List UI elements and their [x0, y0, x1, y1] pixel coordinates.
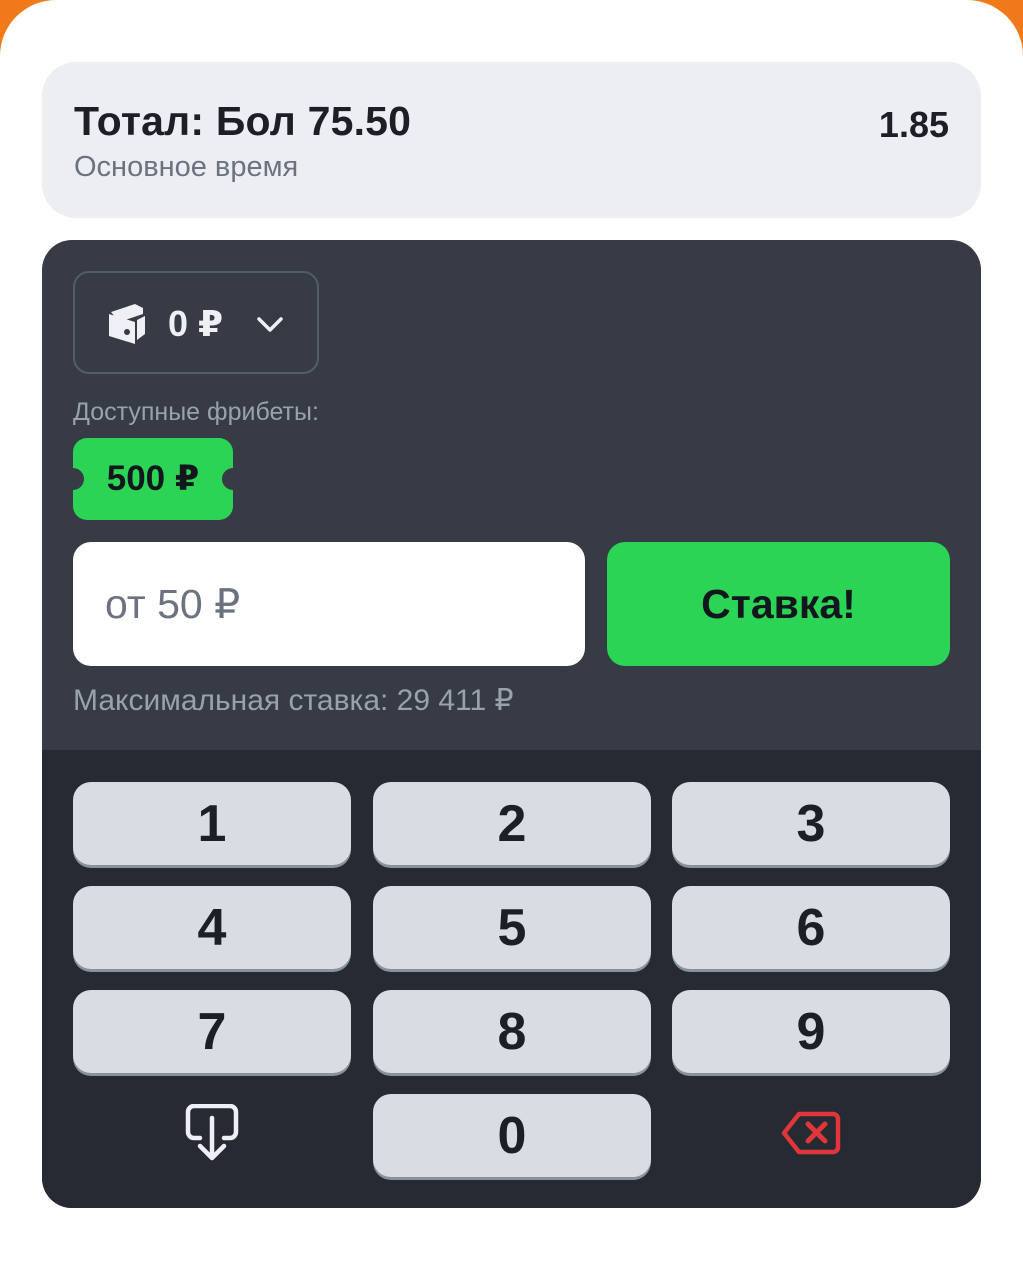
balance-value: 0 ₽ — [168, 303, 224, 344]
stake-panel: 0 ₽ Доступные фрибеты: 500 ₽ Ставка! Мак… — [42, 240, 981, 1208]
key-4[interactable]: 4 — [73, 886, 351, 969]
balance-selector[interactable]: 0 ₽ — [73, 271, 319, 374]
key-9[interactable]: 9 — [672, 990, 950, 1073]
max-stake-label: Максимальная ставка: 29 411 ₽ — [73, 684, 514, 717]
key-1[interactable]: 1 — [73, 782, 351, 865]
bet-period: Основное время — [74, 151, 299, 183]
stake-input[interactable] — [73, 542, 585, 666]
freebets-label: Доступные фрибеты: — [73, 398, 319, 426]
backspace-button[interactable] — [672, 1094, 950, 1177]
key-7[interactable]: 7 — [73, 990, 351, 1073]
freebet-chip[interactable]: 500 ₽ — [73, 438, 233, 520]
key-0[interactable]: 0 — [373, 1094, 651, 1177]
backspace-icon — [781, 1110, 841, 1161]
selected-bet-card: Тотал: Бол 75.50 Основное время 1.85 — [42, 62, 981, 218]
bet-slip-sheet: Тотал: Бол 75.50 Основное время 1.85 0 ₽ — [0, 0, 1023, 1280]
chevron-down-icon — [255, 311, 285, 337]
wallet-icon — [105, 300, 149, 346]
bet-title: Тотал: Бол 75.50 — [74, 98, 412, 144]
key-5[interactable]: 5 — [373, 886, 651, 969]
hide-keyboard-button[interactable] — [73, 1094, 351, 1177]
freebet-amount: 500 ₽ — [106, 459, 200, 498]
bet-odds: 1.85 — [878, 104, 949, 145]
keyboard-hide-icon — [184, 1103, 240, 1167]
key-3[interactable]: 3 — [672, 782, 950, 865]
place-bet-button[interactable]: Ставка! — [607, 542, 950, 666]
key-8[interactable]: 8 — [373, 990, 651, 1073]
key-2[interactable]: 2 — [373, 782, 651, 865]
key-6[interactable]: 6 — [672, 886, 950, 969]
